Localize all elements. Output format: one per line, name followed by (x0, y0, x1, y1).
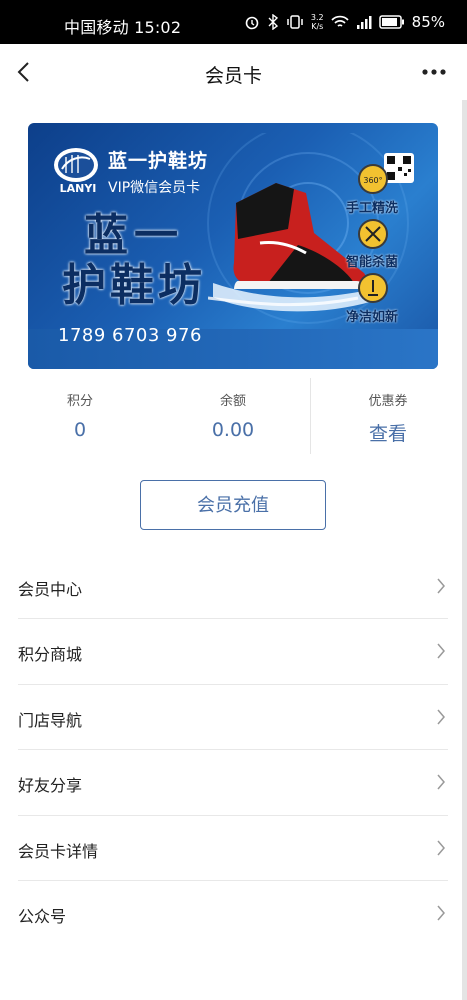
vibrate-icon (287, 15, 303, 29)
qr-code-icon (384, 153, 414, 183)
net-speed: 3.2 K/s (311, 13, 324, 31)
battery-percent: 85% (411, 13, 445, 31)
feature-label-1: 手工精洗 (346, 201, 399, 216)
menu-item-store-navigation[interactable]: 门店导航 (18, 685, 448, 751)
status-bar: 中国移动 15:02 3.2 K/s 85% (0, 0, 467, 44)
menu-item-label: 积分商城 (18, 645, 83, 665)
balance-value: 0.00 (211, 419, 255, 441)
net-speed-unit: K/s (311, 22, 324, 31)
coupon-stat[interactable]: 优惠券 查看 (308, 378, 467, 446)
points-value: 0 (73, 419, 87, 441)
wifi-icon (331, 15, 349, 27)
member-card: LANYI 蓝一护鞋坊 VIP微信会员卡 蓝一 护鞋坊 360° 手工精洗 智能… (28, 123, 438, 369)
menu-list: 会员中心 积分商城 门店导航 好友分享 会员卡详情 公众号 (18, 554, 448, 946)
menu-item-card-details[interactable]: 会员卡详情 (18, 816, 448, 881)
points-label: 积分 (66, 394, 93, 409)
logo-text: LANYI (60, 182, 97, 195)
chevron-right-icon (437, 709, 445, 725)
recharge-button[interactable]: 会员充值 (140, 480, 326, 530)
points-stat[interactable]: 积分 0 (0, 378, 160, 441)
nav-bar: 会员卡 (0, 44, 467, 100)
card-vip-label: VIP微信会员卡 (108, 180, 201, 196)
balance-stat[interactable]: 余额 0.00 (153, 378, 313, 441)
clean-icon (358, 273, 388, 303)
menu-item-label: 好友分享 (18, 776, 83, 796)
feature-label-3: 净洁如新 (346, 310, 399, 325)
bluetooth-icon (268, 14, 278, 30)
alarm-icon (245, 16, 259, 30)
battery-icon (378, 15, 404, 29)
feature-360-icon: 360° (358, 164, 388, 194)
menu-item-official-account[interactable]: 公众号 (18, 881, 448, 946)
chevron-right-icon (437, 578, 445, 594)
menu-item-share-friends[interactable]: 好友分享 (18, 750, 448, 816)
card-brand: 蓝一护鞋坊 (108, 150, 209, 172)
card-big-title-2: 护鞋坊 (62, 260, 206, 311)
more-icon[interactable] (421, 62, 447, 82)
feature-label-2: 智能杀菌 (346, 255, 399, 270)
menu-item-label: 门店导航 (18, 710, 83, 730)
balance-label: 余额 (219, 394, 246, 409)
feature-badge: 360° (363, 176, 382, 185)
chevron-right-icon (437, 774, 445, 790)
menu-item-label: 会员中心 (18, 580, 83, 599)
card-number: 1789 6703 976 (58, 325, 202, 346)
brand-logo-wordmark: LANYI (60, 182, 97, 195)
page-title: 会员卡 (204, 65, 262, 87)
chevron-right-icon (437, 905, 445, 921)
menu-item-label: 会员卡详情 (18, 841, 99, 861)
sneaker-image (208, 183, 373, 312)
scrollbar[interactable] (462, 100, 467, 1000)
chevron-right-icon (437, 840, 445, 856)
chevron-right-icon (437, 643, 445, 659)
stats-row: 积分 0 余额 0.00 优惠券 查看 (0, 378, 467, 456)
status-icons: 3.2 K/s 85% (244, 11, 445, 33)
coupon-label: 优惠券 (368, 394, 408, 409)
signal-icon (356, 16, 372, 29)
coupon-view-link[interactable]: 查看 (308, 419, 467, 446)
menu-item-points-mall[interactable]: 积分商城 (18, 619, 448, 685)
sterilize-icon (358, 219, 388, 249)
net-speed-value: 3.2 (310, 13, 324, 22)
menu-item-member-center[interactable]: 会员中心 (18, 554, 448, 620)
menu-item-label: 公众号 (18, 906, 67, 926)
carrier-time: 中国移动 15:02 (64, 18, 182, 37)
